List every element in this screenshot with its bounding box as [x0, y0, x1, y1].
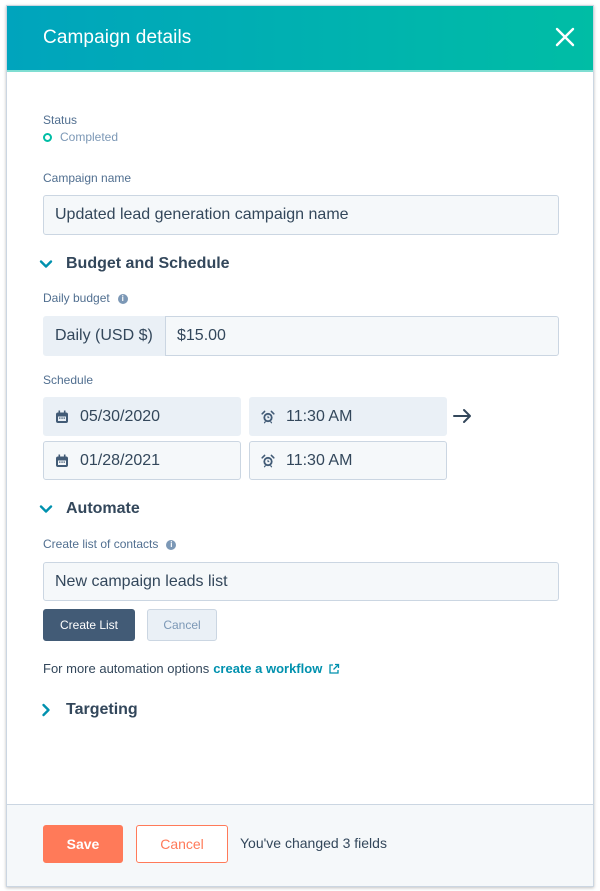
- arrow-right-icon: [453, 409, 471, 423]
- calendar-icon: [56, 454, 68, 467]
- create-list-button[interactable]: Create List: [43, 609, 135, 641]
- daily-budget-label: Daily budget i: [43, 291, 128, 305]
- daily-budget-label-text: Daily budget: [43, 291, 110, 305]
- section-budget-schedule-heading: Budget and Schedule: [66, 255, 230, 272]
- section-automate-heading: Automate: [66, 500, 140, 517]
- cancel-button[interactable]: Cancel: [136, 825, 228, 863]
- start-time-value: 11:30 AM: [286, 407, 353, 425]
- create-workflow-link[interactable]: create a workflow: [213, 661, 322, 676]
- panel-title: Campaign details: [43, 27, 192, 48]
- start-date-value: 05/30/2020: [80, 407, 161, 425]
- section-budget-schedule-toggle[interactable]: Budget and Schedule: [39, 255, 230, 273]
- alarm-clock-icon: [261, 410, 275, 423]
- close-button[interactable]: [553, 25, 577, 49]
- chevron-down-icon: [39, 260, 53, 268]
- start-date-input[interactable]: 05/30/2020: [43, 397, 241, 436]
- budget-currency-addon: Daily (USD $): [43, 316, 165, 356]
- contact-list-label: Create list of contacts i: [43, 537, 177, 551]
- campaign-name-value: Updated lead generation campaign name: [55, 206, 349, 223]
- start-time-input[interactable]: 11:30 AM: [249, 397, 447, 436]
- end-date-input[interactable]: 01/28/2021: [43, 441, 241, 480]
- campaign-details-panel: Campaign details Status Completed Campai…: [6, 5, 594, 887]
- end-time-input[interactable]: 11:30 AM: [249, 441, 447, 480]
- close-icon: [555, 27, 575, 47]
- external-link-icon: [329, 663, 340, 674]
- panel-header: Campaign details: [7, 6, 593, 72]
- chevron-right-icon: [42, 703, 50, 717]
- save-button[interactable]: Save: [43, 825, 123, 863]
- panel-footer: Save Cancel You've changed 3 fields: [7, 804, 593, 886]
- section-targeting-toggle[interactable]: Targeting: [39, 701, 138, 719]
- cancel-list-button[interactable]: Cancel: [147, 609, 217, 641]
- end-date-value: 01/28/2021: [80, 451, 161, 469]
- campaign-name-input[interactable]: Updated lead generation campaign name: [43, 195, 559, 235]
- end-time-value: 11:30 AM: [286, 451, 353, 469]
- info-icon[interactable]: i: [117, 293, 128, 304]
- status-text: Completed: [60, 130, 119, 144]
- workflow-hint-text: For more automation options: [43, 661, 210, 676]
- section-targeting-heading: Targeting: [66, 701, 138, 718]
- alarm-clock-icon: [261, 454, 275, 467]
- status-dot-icon: [43, 132, 52, 142]
- changed-fields-text: You've changed 3 fields: [240, 835, 387, 851]
- status-label: Status: [43, 113, 78, 127]
- daily-budget-value: $15.00: [177, 327, 226, 344]
- campaign-name-label: Campaign name: [43, 171, 132, 185]
- workflow-hint: For more automation options create a wor…: [43, 661, 340, 676]
- chevron-down-icon: [39, 505, 53, 513]
- daily-budget-input[interactable]: $15.00: [165, 316, 559, 356]
- contact-list-name-value: New campaign leads list: [55, 572, 228, 590]
- status-value: Completed: [43, 130, 118, 144]
- contact-list-label-text: Create list of contacts: [43, 537, 159, 551]
- contact-list-name-input[interactable]: New campaign leads list: [43, 562, 559, 601]
- info-icon[interactable]: i: [166, 539, 177, 550]
- calendar-icon: [56, 410, 68, 423]
- schedule-label: Schedule: [43, 373, 94, 387]
- section-automate-toggle[interactable]: Automate: [39, 500, 140, 518]
